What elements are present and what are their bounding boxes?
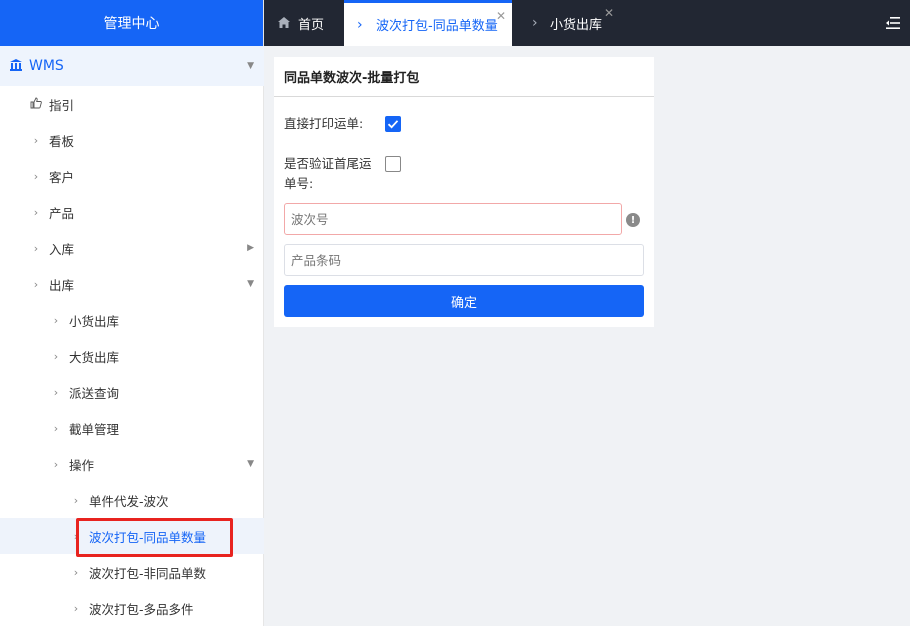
sidebar-item-label: 小货出库 [69, 313, 120, 329]
sidebar-item-single-wave[interactable]: › 单件代发-波次 [0, 482, 264, 518]
tab-wave-same-product[interactable]: › 波次打包-同品单数量 ✕ [344, 0, 512, 46]
tab-bar: 首页 › 波次打包-同品单数量 ✕ › 小货出库 ✕ [264, 0, 910, 46]
app-title: 管理中心 [103, 16, 160, 32]
sidebar-item-dashboard[interactable]: › 看板 [0, 122, 264, 158]
chevron-right-icon: › [33, 133, 39, 147]
sidebar-header: 管理中心 [0, 0, 263, 46]
sidebar-item-label: 出库 [49, 277, 75, 293]
caret-down-icon: ▼ [247, 459, 254, 469]
chevron-right-icon: › [33, 241, 39, 255]
sidebar-item-guide[interactable]: 指引 [0, 86, 264, 122]
sidebar-item-large-outbound[interactable]: › 大货出库 [0, 338, 264, 374]
chevron-right-icon: › [53, 457, 59, 471]
chevron-right-icon: › [33, 169, 39, 183]
tab-label: 小货出库 [550, 17, 603, 33]
caret-right-icon: ▶ [247, 243, 254, 253]
highlight-box [76, 518, 233, 557]
sidebar-item-label: 看板 [49, 133, 75, 149]
sidebar-item-label: 大货出库 [69, 349, 120, 365]
chevron-right-icon: › [53, 313, 59, 327]
warehouse-icon [9, 58, 23, 76]
chevron-right-icon: › [73, 565, 79, 579]
chevron-right-icon: › [53, 349, 59, 363]
print-checkbox[interactable] [385, 116, 401, 132]
caret-down-icon: ▼ [247, 279, 254, 289]
menu-collapse-icon[interactable] [886, 17, 900, 29]
sidebar-item-inbound[interactable]: › 入库 ▶ [0, 230, 264, 266]
sidebar-item-wave-multi[interactable]: › 波次打包-多品多件 [0, 590, 264, 626]
caret-down-icon: ▼ [247, 61, 254, 71]
sidebar-item-label: 客户 [49, 169, 75, 185]
sidebar-item-wms[interactable]: WMS ▼ [0, 46, 264, 86]
chevron-right-icon: › [33, 277, 39, 291]
panel-title: 同品单数波次-批量打包 [274, 57, 654, 97]
tab-small-outbound[interactable]: › 小货出库 ✕ [512, 0, 620, 46]
tab-home-label: 首页 [298, 17, 325, 33]
chevron-right-icon: › [53, 385, 59, 399]
sidebar-item-label: 入库 [49, 241, 75, 257]
sidebar-item-wms-label: WMS [29, 58, 64, 74]
chevron-right-icon: › [357, 16, 363, 33]
close-icon[interactable]: ✕ [496, 9, 506, 23]
verify-checkbox[interactable] [385, 156, 401, 172]
chevron-right-icon: › [53, 421, 59, 435]
tab-label: 波次打包-同品单数量 [376, 19, 498, 34]
sidebar-item-delivery-query[interactable]: › 派送查询 [0, 374, 264, 410]
batch-pack-panel: 同品单数波次-批量打包 直接打印运单: 是否验证首尾运 单号: ! 确定 [274, 57, 654, 327]
sidebar-item-label: 指引 [49, 97, 75, 113]
tab-home[interactable]: 首页 [264, 0, 344, 46]
sidebar-item-label: 产品 [49, 205, 75, 221]
chevron-right-icon: › [532, 15, 538, 31]
sidebar: 管理中心 WMS ▼ 指引 › 看板 › 客户 › 产品 › 入库 ▶ › 出库… [0, 0, 264, 626]
chevron-right-icon: › [73, 493, 79, 507]
thumbs-up-icon [30, 97, 42, 112]
sidebar-item-wave-non-same[interactable]: › 波次打包-非同品单数 [0, 554, 264, 590]
verify-label-line1: 是否验证首尾运 [284, 156, 372, 171]
sidebar-item-label: 单件代发-波次 [89, 493, 169, 509]
verify-label-line2: 单号: [284, 176, 314, 191]
sidebar-item-product[interactable]: › 产品 [0, 194, 264, 230]
chevron-right-icon: › [73, 601, 79, 615]
wave-number-input[interactable] [284, 203, 622, 235]
sidebar-item-small-outbound[interactable]: › 小货出库 [0, 302, 264, 338]
sidebar-item-label: 截单管理 [69, 421, 120, 437]
sidebar-item-customer[interactable]: › 客户 [0, 158, 264, 194]
home-icon [278, 17, 290, 32]
product-barcode-input[interactable] [284, 244, 644, 276]
chevron-right-icon: › [33, 205, 39, 219]
check-icon [387, 120, 399, 129]
sidebar-item-cutoff[interactable]: › 截单管理 [0, 410, 264, 446]
sidebar-item-label: 波次打包-非同品单数 [89, 565, 207, 581]
sidebar-item-label: 波次打包-多品多件 [89, 601, 194, 617]
close-icon[interactable]: ✕ [604, 6, 614, 20]
sidebar-item-operation[interactable]: › 操作 ▼ [0, 446, 264, 482]
warning-icon: ! [626, 213, 640, 227]
sidebar-item-label: 派送查询 [69, 385, 120, 401]
confirm-button[interactable]: 确定 [284, 285, 644, 317]
sidebar-item-outbound[interactable]: › 出库 ▼ [0, 266, 264, 302]
sidebar-item-label: 操作 [69, 457, 95, 473]
print-label: 直接打印运单: [284, 116, 364, 131]
